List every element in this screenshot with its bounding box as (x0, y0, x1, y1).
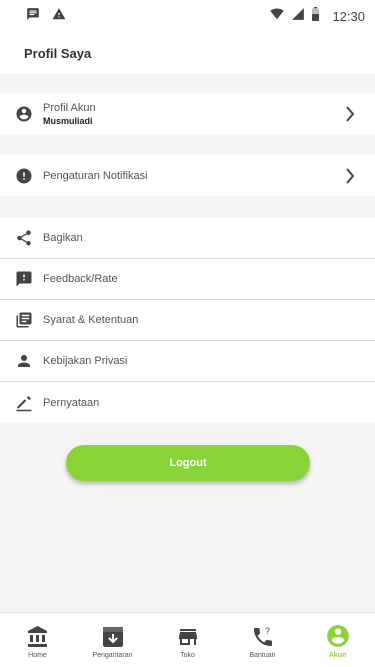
nav-label: Akun (328, 652, 347, 659)
menu-item-label: Pernyataan (43, 396, 100, 409)
account-circle-icon (14, 104, 34, 124)
share-icon (14, 228, 34, 248)
battery-icon (311, 6, 320, 26)
menu-item-statement[interactable]: Pernyataan (0, 382, 375, 423)
menu-item-feedback[interactable]: Feedback/Rate (0, 259, 375, 300)
menu-item-label: Feedback/Rate (43, 273, 118, 285)
bank-icon (25, 623, 51, 649)
nav-item-delivery[interactable]: Pengantaran (75, 613, 150, 667)
wifi-icon (269, 7, 285, 26)
signal-icon (291, 7, 305, 26)
library-books-icon (14, 310, 34, 330)
bottom-nav: Home Pengantaran Toko ? Bantuan Akun (0, 612, 375, 667)
menu-card: Bagikan Feedback/Rate Syarat & Ketentuan… (0, 218, 375, 423)
app-header: Profil Saya (0, 32, 375, 74)
notification-card: Pengaturan Notifikasi (0, 155, 375, 196)
notification-settings-label: Pengaturan Notifikasi (43, 169, 148, 182)
nav-item-account[interactable]: Akun (300, 613, 375, 667)
feedback-icon (14, 269, 34, 289)
message-icon (26, 7, 40, 26)
notification-settings-row[interactable]: Pengaturan Notifikasi (0, 155, 375, 196)
account-circle-icon (325, 623, 351, 649)
edit-icon (14, 393, 34, 413)
menu-item-label: Bagikan (43, 232, 83, 244)
nav-item-home[interactable]: Home (0, 613, 75, 667)
status-bar: 12:30 (0, 0, 375, 32)
menu-item-privacy[interactable]: Kebijakan Privasi (0, 341, 375, 382)
profile-card: Profil Akun Musmuliadi (0, 93, 375, 135)
menu-item-label: Syarat & Ketentuan (43, 314, 139, 326)
chevron-right-icon (345, 167, 357, 184)
person-icon (14, 351, 34, 371)
profile-username: Musmuliadi (43, 116, 93, 126)
profile-account-row[interactable]: Profil Akun Musmuliadi (0, 93, 375, 135)
chevron-right-icon (345, 106, 357, 122)
menu-item-label: Kebijakan Privasi (43, 355, 128, 367)
alert-circle-icon (14, 166, 34, 186)
nav-label: Bantuan (249, 652, 276, 659)
page-title: Profil Saya (24, 45, 92, 61)
svg-text:?: ? (265, 626, 270, 636)
warning-icon (52, 7, 66, 26)
nav-label: Toko (180, 652, 195, 659)
logout-button[interactable]: Logout (66, 445, 310, 481)
download-box-icon (101, 623, 125, 649)
nav-item-store[interactable]: Toko (150, 613, 225, 667)
store-icon (175, 623, 201, 649)
status-time: 12:30 (332, 8, 365, 24)
phone-help-icon: ? (250, 623, 276, 649)
profile-account-label: Profil Akun (43, 102, 96, 114)
nav-label: Home (28, 652, 47, 659)
menu-item-terms[interactable]: Syarat & Ketentuan (0, 300, 375, 341)
menu-item-share[interactable]: Bagikan (0, 218, 375, 259)
nav-item-help[interactable]: ? Bantuan (225, 613, 300, 667)
nav-label: Pengantaran (92, 652, 133, 659)
